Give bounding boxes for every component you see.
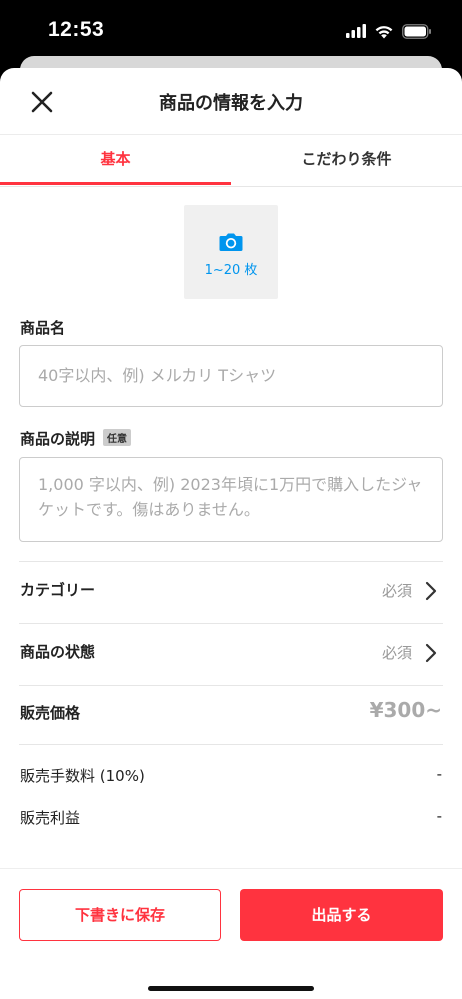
battery-icon <box>402 23 431 39</box>
camera-icon <box>219 233 243 251</box>
nav-header: 商品の情報を入力 <box>0 68 462 135</box>
condition-row[interactable]: 商品の状態 必須 <box>0 624 462 684</box>
item-description-input[interactable]: 1,000 字以内、例) 2023年頃に1万円で購入したジャケットです。傷はあり… <box>19 457 443 542</box>
condition-required: 必須 <box>381 644 412 662</box>
condition-label: 商品の状態 <box>20 643 96 661</box>
add-photo-button[interactable]: 1~20 枚 <box>184 205 278 299</box>
page-title: 商品の情報を入力 <box>159 93 303 114</box>
chevron-right-icon <box>425 643 437 663</box>
list-item-button[interactable]: 出品する <box>240 889 443 941</box>
signal-icon <box>346 24 366 38</box>
tab-bar: 基本 こだわり条件 <box>0 134 462 187</box>
photo-count-label: 1~20 枚 <box>204 263 258 278</box>
chevron-right-icon <box>425 581 437 601</box>
fee-value: - <box>436 765 442 783</box>
home-indicator <box>148 986 314 991</box>
tab-basic[interactable]: 基本 <box>0 134 231 186</box>
price-label: 販売価格 <box>20 704 81 722</box>
item-name-label: 商品名 <box>20 319 66 337</box>
tab-detail-conditions[interactable]: こだわり条件 <box>231 134 462 186</box>
description-label-text: 商品の説明 <box>20 430 96 448</box>
divider <box>19 744 443 745</box>
optional-badge: 任意 <box>103 429 132 446</box>
profit-value: - <box>436 807 442 825</box>
profit-label: 販売利益 <box>20 809 81 827</box>
footer-bar: 下書きに保存 出品する <box>0 868 462 999</box>
wifi-icon <box>375 25 393 38</box>
status-bar: 12:53 <box>0 0 462 62</box>
listing-sheet: 商品の情報を入力 基本 こだわり条件 1~20 枚 商品名 40字以内、例) メ… <box>0 68 462 999</box>
price-value[interactable]: ¥300~ <box>370 698 442 722</box>
fee-label: 販売手数料 (10%) <box>20 767 145 785</box>
status-icons <box>346 21 432 41</box>
price-row[interactable]: 販売価格 ¥300~ <box>0 685 462 745</box>
item-description-label: 商品の説明 任意 <box>20 428 132 449</box>
item-name-input[interactable]: 40字以内、例) メルカリ Tシャツ <box>19 345 443 407</box>
save-draft-button[interactable]: 下書きに保存 <box>19 889 221 941</box>
category-label: カテゴリー <box>20 581 96 599</box>
category-row[interactable]: カテゴリー 必須 <box>0 562 462 622</box>
category-required: 必須 <box>381 582 412 600</box>
status-time: 12:53 <box>48 18 105 41</box>
active-tab-indicator <box>0 182 231 185</box>
